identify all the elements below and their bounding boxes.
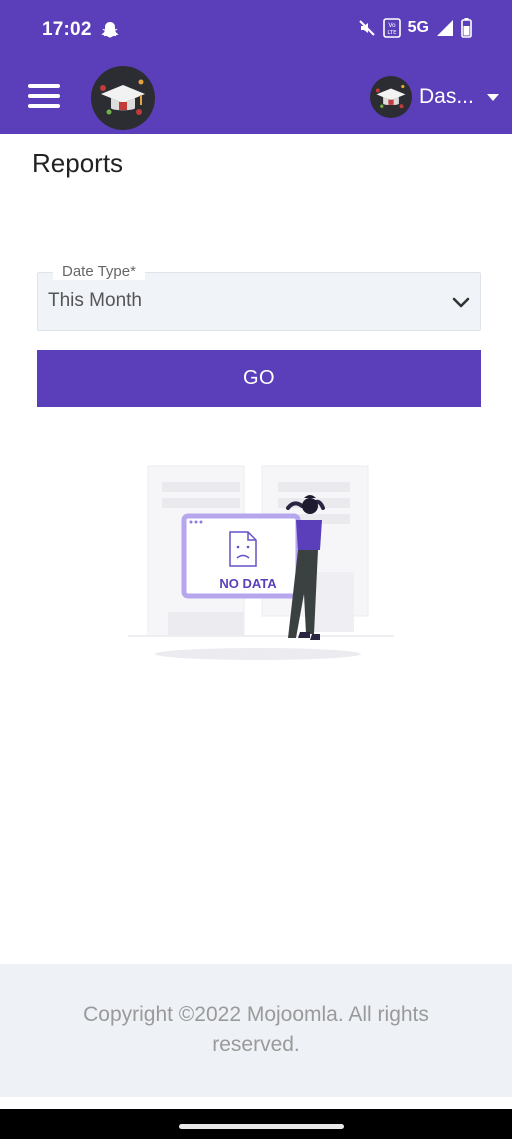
page-title: Reports: [32, 148, 124, 178]
status-bar: 17:02 Vo LTE 5G: [0, 0, 512, 60]
chevron-down-icon[interactable]: [452, 296, 470, 310]
volte-icon: Vo LTE: [382, 18, 401, 38]
mute-icon: [358, 20, 375, 36]
status-time: 17:02: [42, 19, 92, 40]
user-menu[interactable]: Das...: [370, 76, 499, 118]
svg-text:Vo: Vo: [388, 22, 396, 29]
avatar: [370, 76, 412, 118]
no-data-label: NO DATA: [219, 576, 277, 591]
copyright-text: Copyright ©2022 Mojoomla. All rights res…: [83, 1003, 429, 1056]
school-logo[interactable]: [91, 66, 155, 130]
date-type-value[interactable]: This Month: [48, 290, 142, 312]
caret-down-icon: [487, 93, 499, 101]
network-type: 5G: [407, 19, 429, 36]
status-icons: Vo LTE 5G: [358, 18, 472, 38]
snapchat-icon: [101, 22, 119, 38]
battery-icon: [461, 18, 472, 38]
hamburger-icon[interactable]: [28, 84, 60, 108]
user-name: Das...: [419, 85, 474, 108]
no-data-illustration: NO DATA: [128, 465, 394, 660]
graduation-cap-icon: [371, 77, 411, 117]
date-type-label: Date Type*: [53, 263, 145, 280]
svg-text:LTE: LTE: [387, 30, 397, 36]
graduation-cap-icon: [93, 68, 153, 128]
signal-icon: [437, 20, 453, 36]
go-button[interactable]: GO: [37, 350, 481, 407]
home-indicator[interactable]: [179, 1124, 344, 1129]
